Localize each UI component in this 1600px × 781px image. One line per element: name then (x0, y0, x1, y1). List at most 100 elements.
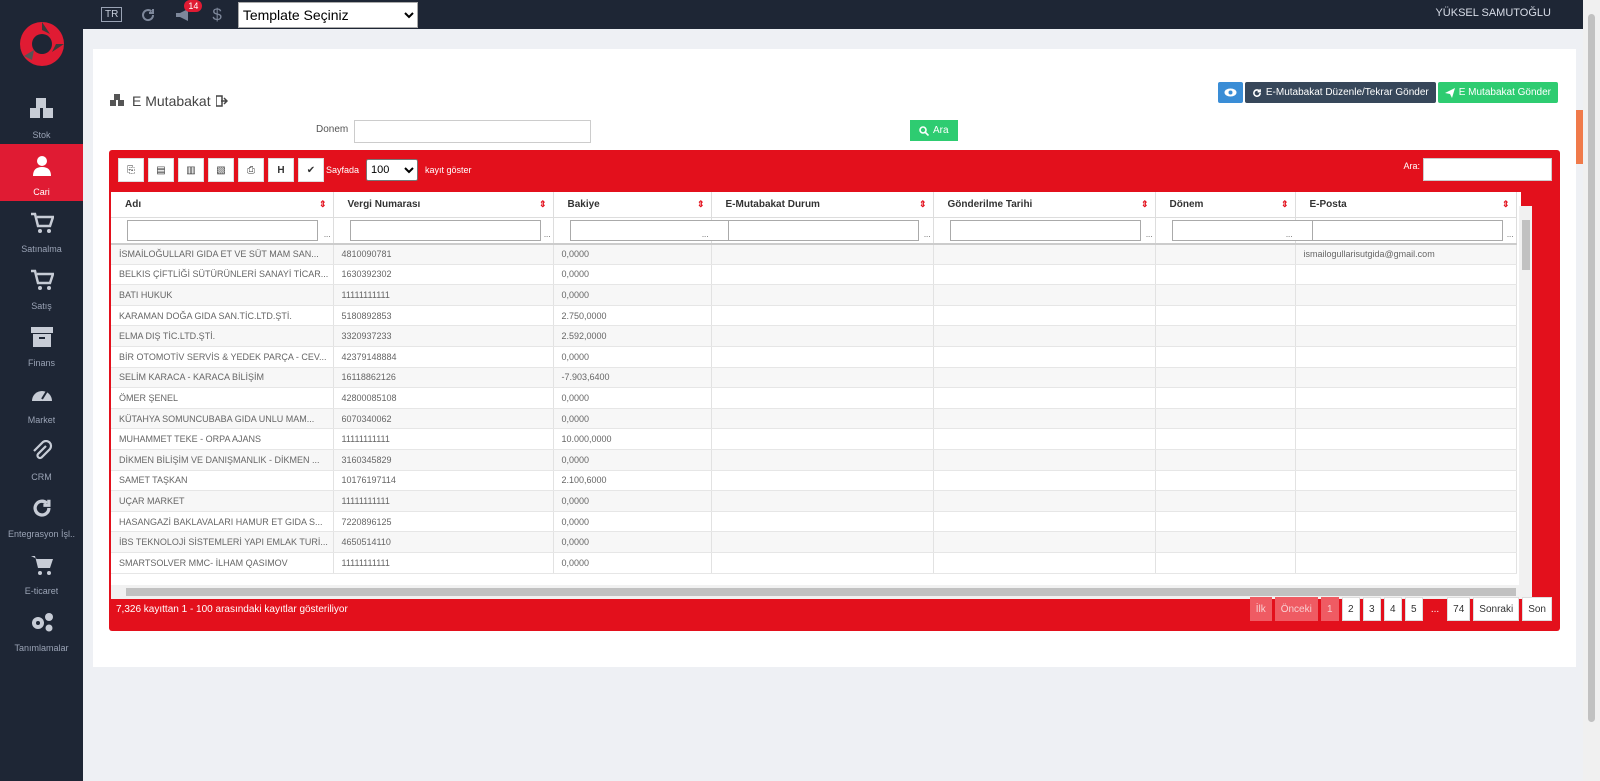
sidebar-item-entegrasyon-i-şl-[interactable]: Entegrasyon İşl.. (0, 486, 83, 543)
per-page-select[interactable]: 100 (366, 159, 419, 181)
page-scrollbar[interactable] (1583, 0, 1600, 781)
edit-resend-button[interactable]: E-Mutabakat Düzenle/Tekrar Gönder (1244, 82, 1436, 103)
table-row[interactable]: BELKIS ÇİFTLİĞİ SÜTÜRÜNLERİ SANAYİ TİCAR… (111, 264, 1517, 286)
page-74[interactable]: 74 (1447, 597, 1471, 621)
sidebar-item-satış[interactable]: Satış (0, 258, 83, 315)
table-cell: MUHAMMET TEKE - ORPA AJANS (111, 428, 334, 450)
cubes-icon (29, 98, 55, 130)
column-header[interactable]: E-Mutabakat Durum ⇕ (711, 192, 934, 218)
column-header[interactable]: Adı ⇕ (111, 192, 334, 218)
table-cell (933, 284, 1156, 306)
sidebar-item-tanımlamalar[interactable]: Tanımlamalar (0, 600, 83, 657)
column-header[interactable]: Dönem ⇕ (1155, 192, 1296, 218)
column-header[interactable]: E-Posta ⇕ (1295, 192, 1517, 218)
table-row[interactable]: ELMA DIŞ TİC.LTD.ŞTİ. 3320937233 2.592,000… (111, 325, 1517, 347)
sort-icon[interactable]: ⇕ (1141, 199, 1149, 210)
select-button[interactable]: ✔ (298, 158, 324, 182)
table-row[interactable]: MUHAMMET TEKE - ORPA AJANS 11111111111 10.… (111, 428, 1517, 450)
table-row[interactable]: ÖMER ŞENEL 42800085108 0,0000 (111, 387, 1517, 409)
sidebar-item-stok[interactable]: Stok (0, 87, 83, 144)
table-cell: ELMA DIŞ TİC.LTD.ŞTİ. (111, 325, 334, 347)
megaphone-icon[interactable]: 14 (174, 0, 203, 23)
filter-options-icon[interactable]: ... (1507, 230, 1514, 239)
sidebar-item-market[interactable]: Market (0, 372, 83, 429)
table-row[interactable]: BİR OTOMOTİV SERVİS & YEDEK PARÇA - CEV.… (111, 346, 1517, 368)
page-first[interactable]: İlk (1249, 597, 1272, 621)
table-cell (711, 346, 934, 368)
table-row[interactable]: UÇAR MARKET 11111111111 0,0000 (111, 490, 1517, 512)
column-header[interactable]: Vergi Numarası ⇕ (333, 192, 554, 218)
app-logo[interactable] (0, 0, 83, 87)
table-row[interactable]: İSMAİLOĞULLARI GIDA ET VE SÜT MAM SAN...… (111, 243, 1517, 265)
column-filter-input[interactable] (127, 219, 318, 241)
refresh-icon[interactable] (140, 7, 156, 23)
print-button[interactable]: ⎙ (238, 158, 264, 182)
page-1[interactable]: 1 (1320, 597, 1339, 621)
user-name[interactable]: YÜKSEL SAMUTOĞLU (1435, 7, 1551, 19)
column-header[interactable]: Gönderilme Tarihi ⇕ (933, 192, 1156, 218)
excel-export-button[interactable]: ▤ (148, 158, 174, 182)
sort-icon[interactable]: ⇕ (697, 199, 705, 210)
column-filter-input[interactable] (1311, 219, 1503, 241)
page-5[interactable]: 5 (1404, 597, 1423, 621)
column-filter-input[interactable] (349, 219, 541, 241)
page-title-text: E Mutabakat (132, 93, 211, 109)
preview-button[interactable] (1217, 82, 1243, 103)
table-cell: 0,0000 (553, 552, 712, 574)
sort-icon[interactable]: ⇕ (539, 199, 547, 210)
page-last[interactable]: Son (1522, 597, 1552, 621)
column-header-label: Vergi Numarası (347, 198, 421, 210)
send-button[interactable]: E Mutabakat Gönder (1437, 82, 1558, 103)
table-row[interactable]: HASANGAZİ BAKLAVALARI HAMUR ET GIDA S...… (111, 511, 1517, 533)
column-filter-cell: ... (1155, 217, 1363, 245)
table-row[interactable]: DİKMEN BİLİŞİM VE DANIŞMANLIK - DİKMEN .… (111, 449, 1517, 471)
table-row[interactable]: SMARTSOLVER MMC- İLHAM QASIMOV 1111111111… (111, 552, 1517, 574)
sort-icon[interactable]: ⇕ (319, 199, 327, 210)
table-row[interactable]: SAMET TAŞKAN 10176197114 2.100,6000 (111, 470, 1517, 492)
page-4[interactable]: 4 (1383, 597, 1402, 621)
copy-button[interactable]: ⎘ (118, 158, 144, 182)
page-prev[interactable]: Önceki (1274, 597, 1318, 621)
filter-options-icon[interactable]: ... (324, 230, 331, 239)
sort-icon[interactable]: ⇕ (1502, 199, 1510, 210)
table-cell (711, 470, 934, 492)
sidebar-item-cari[interactable]: Cari (0, 144, 83, 201)
filter-options-icon[interactable]: ... (1146, 230, 1153, 239)
csv-export-button[interactable]: ▥ (178, 158, 204, 182)
page-3[interactable]: 3 (1362, 597, 1381, 621)
column-filter-input[interactable] (727, 219, 919, 241)
table-cell (1155, 387, 1296, 409)
sort-icon[interactable]: ⇕ (919, 199, 927, 210)
page-next[interactable]: Sonraki (1473, 597, 1520, 621)
sidebar-item-e-ticaret[interactable]: E-ticaret (0, 543, 83, 600)
table-cell (1155, 243, 1296, 265)
table-cell (1155, 346, 1296, 368)
table-row[interactable]: KARAMAN DOĞA GIDA SAN.TİC.LTD.ŞTİ. 518089… (111, 305, 1517, 327)
sort-icon[interactable]: ⇕ (1281, 199, 1289, 210)
donem-input[interactable] (354, 120, 591, 143)
table-cell (1155, 552, 1296, 574)
sidebar-item-finans[interactable]: Finans (0, 315, 83, 372)
search-button[interactable]: Ara (910, 120, 958, 141)
sidebar-item-satınalma[interactable]: Satınalma (0, 201, 83, 258)
column-visibility-button[interactable]: H (268, 158, 294, 182)
column-filter-input[interactable] (949, 219, 1141, 241)
table-row[interactable]: KÜTAHYA SOMUNCUBABA GIDA UNLU MAM... 6070… (111, 408, 1517, 430)
template-select[interactable]: Template Seçiniz (237, 1, 418, 28)
dollar-icon[interactable]: $ (212, 5, 221, 25)
table-row[interactable]: BATI HUKUK 11111111111 0,0000 (111, 284, 1517, 306)
filter-options-icon[interactable]: ... (702, 230, 709, 239)
column-header[interactable]: Bakiye ⇕ (553, 192, 712, 218)
filter-options-icon[interactable]: ... (1286, 230, 1293, 239)
filter-options-icon[interactable]: ... (924, 230, 931, 239)
filter-options-icon[interactable]: ... (544, 230, 551, 239)
language-switch[interactable]: TR (101, 7, 123, 22)
table-vertical-scrollbar[interactable] (1519, 206, 1532, 586)
page-2[interactable]: 2 (1341, 597, 1360, 621)
sign-out-icon[interactable] (215, 95, 228, 107)
sidebar-item-crm[interactable]: CRM (0, 429, 83, 486)
pdf-export-button[interactable]: ▧ (208, 158, 234, 182)
table-search-input[interactable] (1423, 158, 1552, 181)
table-row[interactable]: SELİM KARACA - KARACA BİLİŞİM 16118862126… (111, 367, 1517, 389)
table-row[interactable]: İBS TEKNOLOJİ SİSTEMLERİ YAPI EMLAK TURİ… (111, 531, 1517, 553)
